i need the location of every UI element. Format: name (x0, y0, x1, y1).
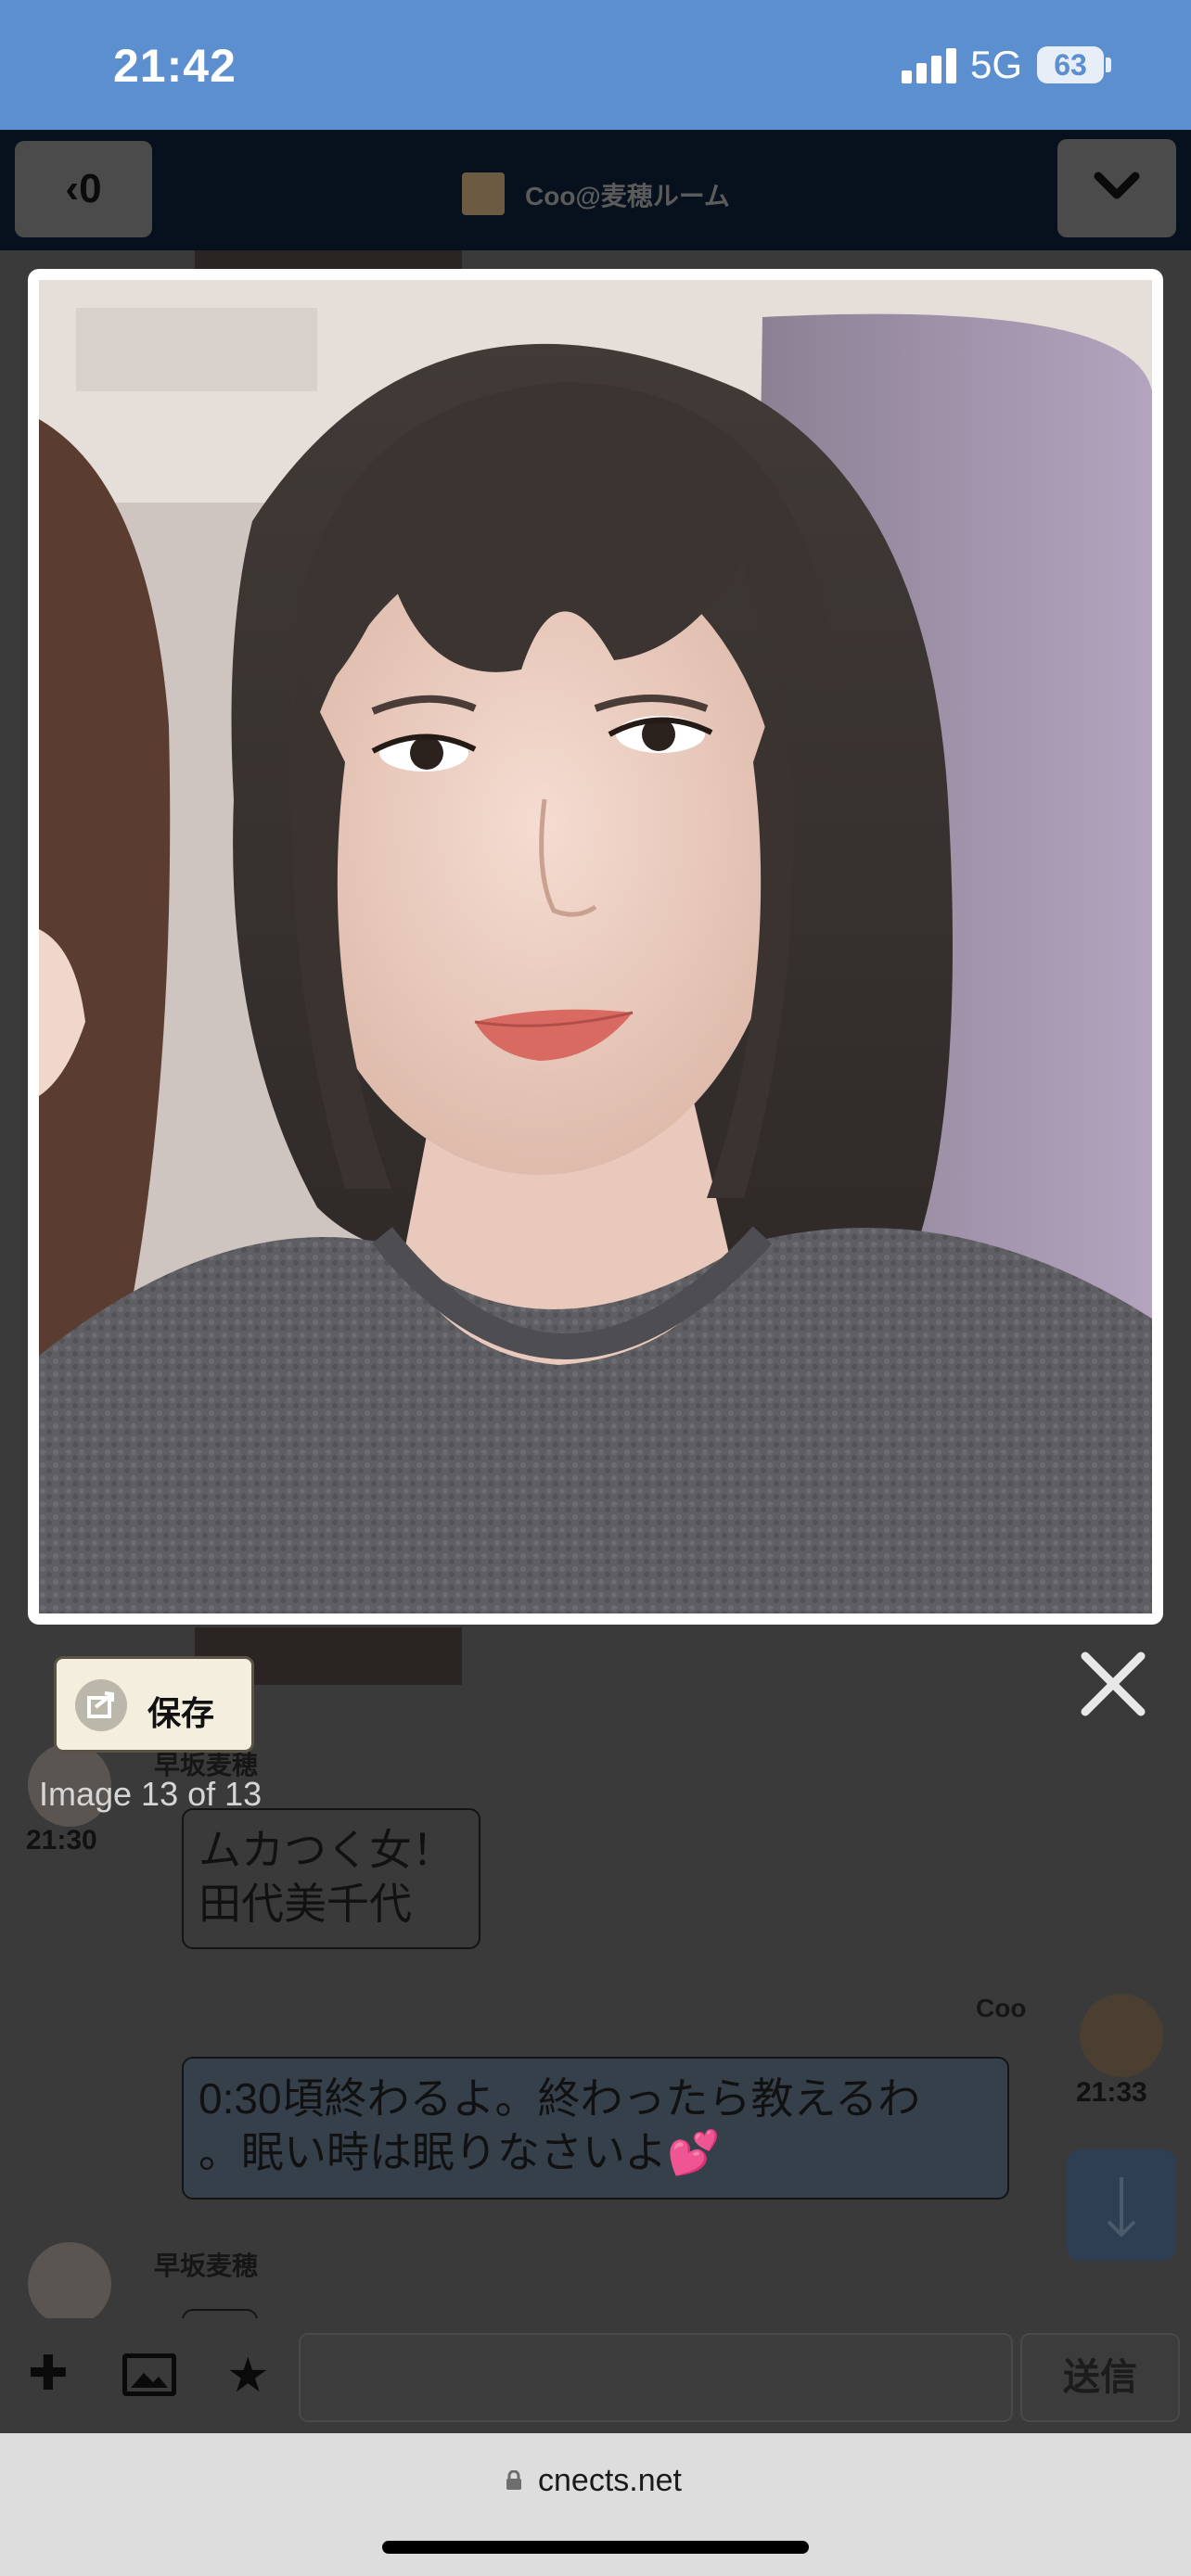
message-line: 田代美千代 (198, 1880, 412, 1928)
close-button[interactable] (1074, 1645, 1152, 1723)
message-sender: Coo (976, 1994, 1027, 2022)
message-line: 0:30頃終わるよ。終わったら教えるわ (198, 2074, 921, 2123)
close-icon (1081, 1651, 1146, 1716)
room-title: Coo@麦穂ルーム (525, 182, 730, 210)
status-bar: 21:42 5G 63 (0, 0, 1191, 130)
message-bubble: ムカつく女！ 田代美千代 (182, 1808, 480, 1949)
arrow-down-icon (1107, 2177, 1136, 2238)
back-button[interactable]: ‹0 (15, 141, 152, 237)
chevron-down-icon (1094, 172, 1140, 199)
network-label: 5G (970, 43, 1023, 86)
home-indicator (382, 2541, 809, 2554)
browser-url-bar[interactable] (0, 2433, 1191, 2576)
lightbox-photo[interactable] (39, 280, 1152, 1613)
avatar[interactable] (1080, 1994, 1163, 2077)
scroll-to-bottom-button[interactable] (1067, 2149, 1176, 2261)
url-text[interactable]: cnects.net (538, 2463, 682, 2499)
message-line: 。眠い時は眠りなさいよ💕 (198, 2128, 721, 2176)
lightbox-frame (28, 269, 1163, 1625)
message-time: 21:30 (26, 1825, 97, 1855)
avatar[interactable] (28, 2242, 111, 2326)
chevron-left-icon: ‹ (65, 166, 80, 211)
image-icon[interactable] (122, 2353, 176, 2396)
save-button[interactable]: 保存 (54, 1656, 254, 1753)
status-time: 21:42 (113, 40, 237, 92)
chat-photo-edge-top (195, 250, 462, 269)
message-input[interactable] (299, 2333, 1013, 2422)
message-line: ムカつく女！ (198, 1826, 455, 1874)
message-time: 21:33 (1076, 2077, 1147, 2108)
plus-icon[interactable]: ✚ (28, 2346, 69, 2402)
battery-icon: 63 (1037, 46, 1104, 83)
back-count: 0 (79, 166, 102, 211)
message-sender: 早坂麦穂 (154, 2251, 259, 2280)
signal-icon (902, 46, 959, 83)
save-label: 保存 (147, 1694, 215, 1732)
image-counter: Image 13 of 13 (39, 1775, 263, 1813)
share-icon (75, 1679, 127, 1731)
battery-tip (1106, 57, 1111, 72)
message-bubble: 0:30頃終わるよ。終わったら教えるわ 。眠い時は眠りなさいよ💕 (182, 2057, 1009, 2200)
star-icon[interactable]: ★ (226, 2348, 270, 2404)
send-button[interactable]: 送信 (1020, 2333, 1180, 2422)
lock-icon (506, 2470, 521, 2490)
collapse-button[interactable] (1057, 139, 1176, 237)
